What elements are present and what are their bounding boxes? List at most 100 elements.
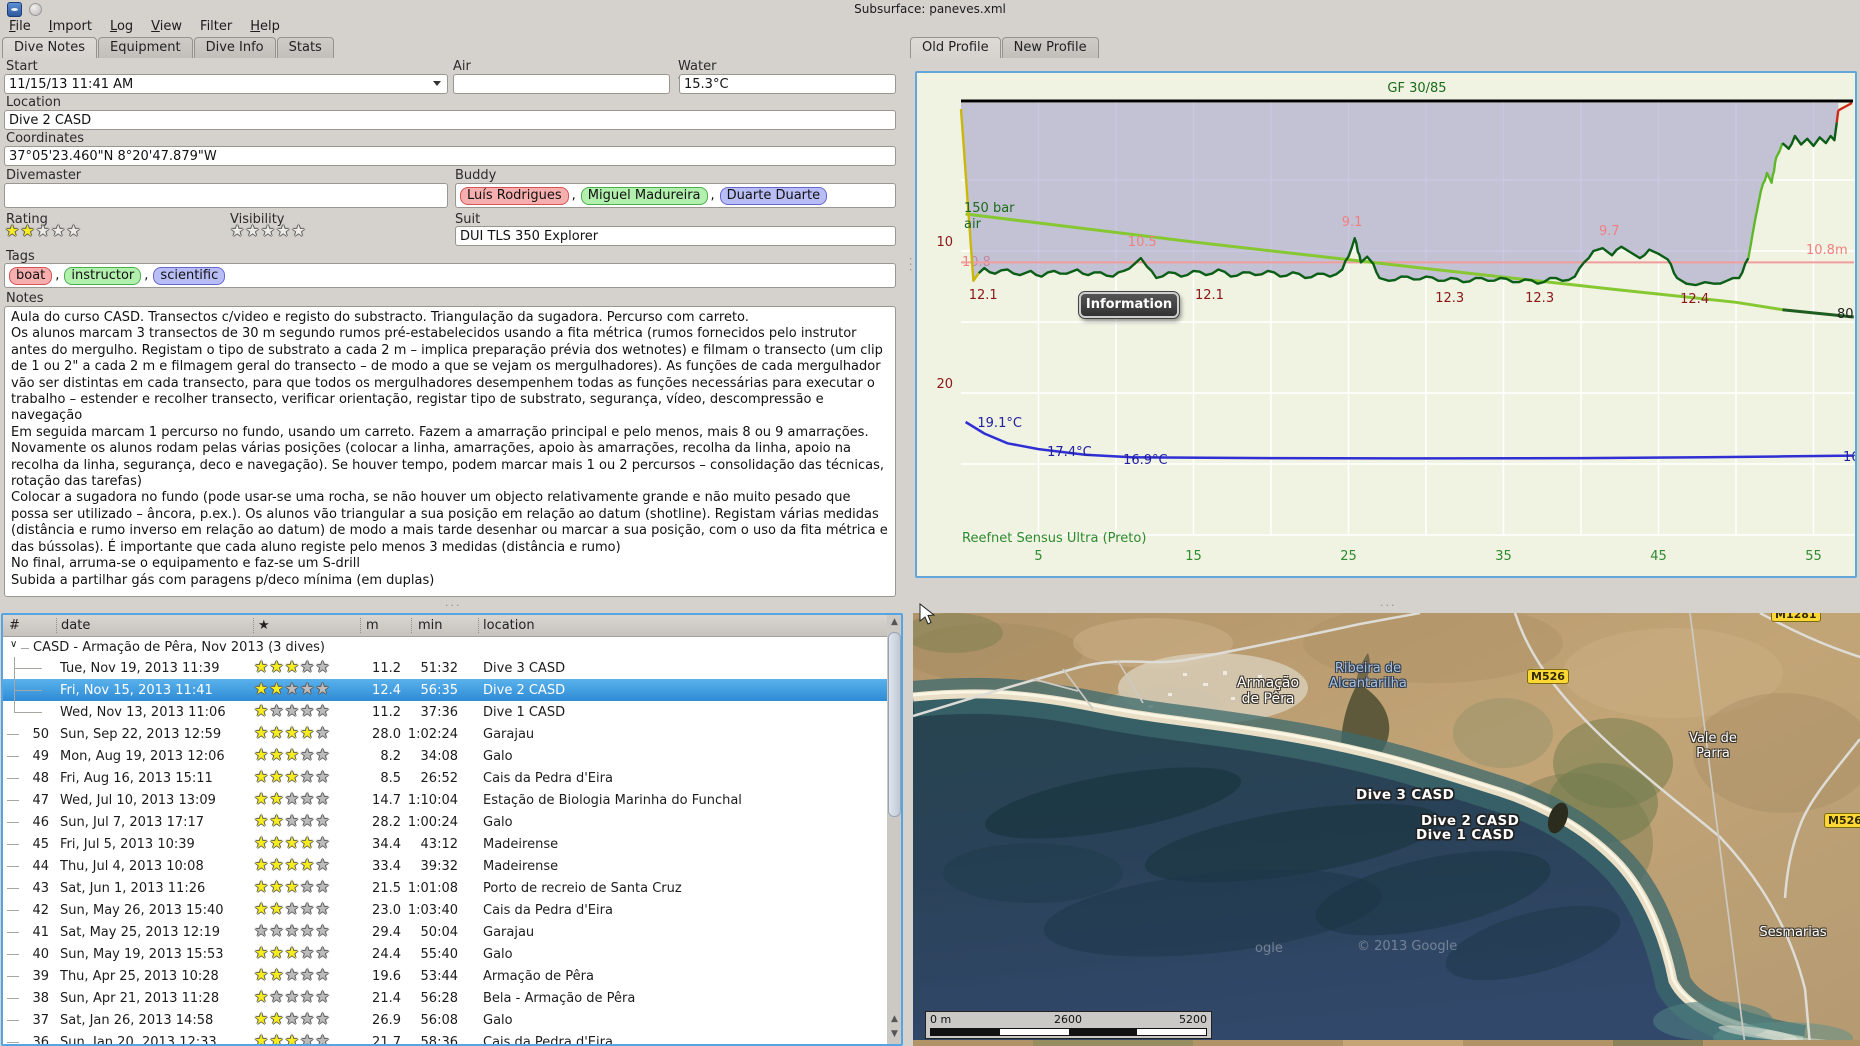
star-filled-icon[interactable]: ★	[300, 723, 315, 742]
star-empty-icon[interactable]: ★	[315, 657, 330, 676]
star-filled-icon[interactable]: ★	[269, 657, 284, 676]
visibility-stars[interactable]: ★★★★★	[230, 223, 307, 239]
dive-list-header[interactable]: # date ★ m min location	[3, 615, 901, 637]
star-filled-icon[interactable]: ★	[254, 811, 269, 830]
star-empty-icon[interactable]: ★	[254, 921, 269, 940]
star-filled-icon[interactable]: ★	[269, 679, 284, 698]
star-filled-icon[interactable]: ★	[254, 943, 269, 962]
column-header-min[interactable]: min	[418, 618, 443, 633]
start-time-combo[interactable]	[4, 74, 448, 94]
star-empty-icon[interactable]: ★	[315, 899, 330, 918]
star-filled-icon[interactable]: ★	[269, 833, 284, 852]
name-pill[interactable]: Duarte Duarte	[719, 186, 828, 205]
dive-row[interactable]: Wed, Nov 13, 2013 11:06 ★★★★★ 11.2 37:36 Div…	[3, 701, 887, 723]
tab-new-profile[interactable]: New Profile	[1001, 37, 1099, 58]
star-empty-icon[interactable]: ★	[230, 221, 245, 240]
dive-row-selected[interactable]: Fri, Nov 15, 2013 11:41 ★★★★★ 12.4 56:35 Div…	[3, 679, 887, 701]
tags-input[interactable]: boat, instructor, scientific	[4, 263, 896, 288]
suit-input[interactable]	[455, 226, 896, 246]
collapse-arrow-icon[interactable]: ∨	[10, 639, 17, 650]
star-filled-icon[interactable]: ★	[285, 855, 300, 874]
star-empty-icon[interactable]: ★	[269, 987, 284, 1006]
divemaster-input[interactable]	[4, 183, 448, 208]
star-empty-icon[interactable]: ★	[315, 1009, 330, 1028]
star-empty-icon[interactable]: ★	[66, 221, 81, 240]
dive-row[interactable]: 49 Mon, Aug 19, 2013 12:06 ★★★★★ 8.2 34:08 Ga…	[3, 745, 887, 767]
star-filled-icon[interactable]: ★	[269, 1031, 284, 1045]
star-empty-icon[interactable]: ★	[291, 221, 306, 240]
trip-group-row[interactable]: ∨ CASD - Armação de Pêra, Nov 2013 (3 di…	[3, 637, 887, 657]
star-filled-icon[interactable]: ★	[254, 833, 269, 852]
star-filled-icon[interactable]: ★	[269, 943, 284, 962]
dive-row[interactable]: 46 Sun, Jul 7, 2013 17:17 ★★★★★ 28.2 1:00:24…	[3, 811, 887, 833]
dive-row[interactable]: 44 Thu, Jul 4, 2013 10:08 ★★★★★ 33.4 39:32 Ma…	[3, 855, 887, 877]
star-filled-icon[interactable]: ★	[269, 965, 284, 984]
star-empty-icon[interactable]: ★	[285, 965, 300, 984]
star-empty-icon[interactable]: ★	[300, 965, 315, 984]
star-empty-icon[interactable]: ★	[315, 1031, 330, 1045]
star-filled-icon[interactable]: ★	[269, 745, 284, 764]
star-filled-icon[interactable]: ★	[254, 987, 269, 1006]
dive-row[interactable]: 47 Wed, Jul 10, 2013 13:09 ★★★★★ 14.7 1:10:0…	[3, 789, 887, 811]
star-filled-icon[interactable]: ★	[285, 657, 300, 676]
star-empty-icon[interactable]: ★	[285, 921, 300, 940]
star-filled-icon[interactable]: ★	[20, 221, 35, 240]
star-empty-icon[interactable]: ★	[261, 221, 276, 240]
star-empty-icon[interactable]: ★	[285, 811, 300, 830]
star-filled-icon[interactable]: ★	[300, 855, 315, 874]
star-empty-icon[interactable]: ★	[285, 1009, 300, 1028]
star-empty-icon[interactable]: ★	[269, 701, 284, 720]
star-filled-icon[interactable]: ★	[254, 1031, 269, 1045]
dive-row[interactable]: 48 Fri, Aug 16, 2013 15:11 ★★★★★ 8.5 26:52 Ca…	[3, 767, 887, 789]
star-empty-icon[interactable]: ★	[300, 789, 315, 808]
star-empty-icon[interactable]: ★	[285, 789, 300, 808]
menu-view[interactable]: View	[142, 17, 191, 36]
dive-row[interactable]: 40 Sun, May 19, 2013 15:53 ★★★★★ 24.4 55:40 G…	[3, 943, 887, 965]
scroll-up-icon[interactable]: ▲	[887, 615, 901, 630]
information-button[interactable]: Information	[1078, 291, 1180, 319]
star-filled-icon[interactable]: ★	[269, 789, 284, 808]
star-empty-icon[interactable]: ★	[285, 679, 300, 698]
dive-row[interactable]: 36 Sun, Jan 20, 2013 12:33 ★★★★★ 21.7 58:36 C…	[3, 1031, 887, 1045]
star-empty-icon[interactable]: ★	[300, 701, 315, 720]
star-filled-icon[interactable]: ★	[254, 723, 269, 742]
tab-dive-notes[interactable]: Dive Notes	[2, 37, 97, 58]
star-empty-icon[interactable]: ★	[315, 701, 330, 720]
star-filled-icon[interactable]: ★	[285, 767, 300, 786]
location-input[interactable]	[4, 110, 896, 130]
water-temp-input[interactable]	[679, 74, 896, 94]
star-empty-icon[interactable]: ★	[315, 877, 330, 896]
star-filled-icon[interactable]: ★	[254, 767, 269, 786]
star-empty-icon[interactable]: ★	[300, 877, 315, 896]
notes-textarea[interactable]: Aula do curso CASD. Transectos c/video e…	[4, 306, 896, 597]
star-filled-icon[interactable]: ★	[254, 745, 269, 764]
dive-row[interactable]: 41 Sat, May 25, 2013 12:19 ★★★★★ 29.4 50:04 G…	[3, 921, 887, 943]
name-pill[interactable]: boat	[9, 266, 53, 285]
scroll-up-icon[interactable]: ▲	[887, 1012, 901, 1027]
chevron-down-icon[interactable]	[433, 81, 441, 86]
star-empty-icon[interactable]: ★	[315, 679, 330, 698]
tab-equipment[interactable]: Equipment	[98, 37, 193, 58]
star-empty-icon[interactable]: ★	[300, 745, 315, 764]
star-filled-icon[interactable]: ★	[269, 767, 284, 786]
star-filled-icon[interactable]: ★	[254, 877, 269, 896]
vertical-splitter[interactable]: ···	[902, 57, 917, 599]
star-empty-icon[interactable]: ★	[269, 921, 284, 940]
star-empty-icon[interactable]: ★	[300, 679, 315, 698]
dive-row[interactable]: 38 Sun, Apr 21, 2013 11:28 ★★★★★ 21.4 56:28 B…	[3, 987, 887, 1009]
star-empty-icon[interactable]: ★	[315, 811, 330, 830]
star-filled-icon[interactable]: ★	[285, 1031, 300, 1045]
menu-file[interactable]: File	[0, 17, 40, 36]
star-empty-icon[interactable]: ★	[285, 987, 300, 1006]
menu-help[interactable]: Help	[241, 17, 289, 36]
star-empty-icon[interactable]: ★	[285, 701, 300, 720]
tab-dive-info[interactable]: Dive Info	[193, 37, 276, 58]
star-empty-icon[interactable]: ★	[300, 811, 315, 830]
star-empty-icon[interactable]: ★	[300, 987, 315, 1006]
star-empty-icon[interactable]: ★	[300, 1009, 315, 1028]
star-empty-icon[interactable]: ★	[276, 221, 291, 240]
star-empty-icon[interactable]: ★	[315, 855, 330, 874]
star-filled-icon[interactable]: ★	[254, 965, 269, 984]
column-header-m[interactable]: m	[366, 618, 379, 633]
name-pill[interactable]: Miguel Madureira	[580, 186, 708, 205]
